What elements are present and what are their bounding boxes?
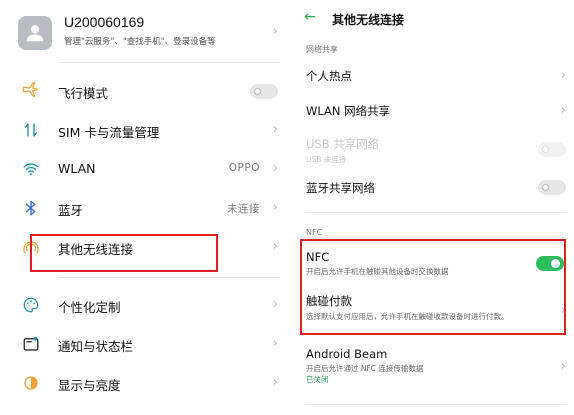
section-network-sharing: 网络共享: [306, 45, 338, 54]
airplane-icon: [22, 82, 40, 100]
sim-management-row[interactable]: SIM 卡与流量管理 ›: [0, 111, 290, 149]
android-beam-status: 已关闭: [306, 375, 329, 384]
bt-sharing-label: 蓝牙共享网络: [306, 181, 375, 195]
avatar: [18, 16, 52, 50]
bt-sharing-row[interactable]: 蓝牙共享网络: [306, 180, 566, 196]
airplane-mode-row[interactable]: 飞行模式: [0, 72, 290, 110]
account-card[interactable]: U200060169 管理"云服务"、"查找手机"、登录设备等 ›: [18, 10, 286, 56]
divider: [306, 404, 566, 405]
divider: [58, 62, 280, 63]
usb-sharing-toggle: [538, 142, 566, 157]
wireless-detail-panel: ← 其他无线连接 网络共享 个人热点 › WLAN 网络共享 › USB 共享网…: [292, 0, 574, 415]
section-nfc: NFC: [306, 228, 323, 237]
hotspot-label: 个人热点: [306, 69, 352, 83]
display-label: 显示与亮度: [58, 378, 121, 393]
chevron-right-icon: ›: [560, 68, 566, 83]
sim-data-icon: [22, 121, 40, 139]
chevron-right-icon: ›: [272, 161, 278, 176]
wlan-row[interactable]: WLAN OPPO ›: [0, 150, 290, 188]
android-beam-description: 开启后允许通过 NFC 连接传输数据: [306, 364, 424, 373]
highlight-box: [30, 234, 218, 272]
notifications-row[interactable]: 通知与状态栏 ›: [0, 325, 290, 363]
divider: [58, 277, 280, 278]
palette-icon: [22, 296, 40, 314]
account-name: U200060169: [64, 14, 145, 30]
wlan-sharing-label: WLAN 网络共享: [306, 104, 391, 118]
bluetooth-label: 蓝牙: [58, 203, 84, 218]
chevron-right-icon: ›: [272, 200, 278, 215]
airplane-mode-toggle[interactable]: [250, 84, 278, 99]
usb-sharing-label: USB 共享网络: [306, 137, 380, 151]
chevron-right-icon: ›: [560, 103, 566, 118]
wlan-value: OPPO: [228, 162, 260, 174]
android-beam-row[interactable]: Android Beam 开启后允许通过 NFC 连接传输数据 已关闭 ›: [306, 347, 566, 385]
account-description: 管理"云服务"、"查找手机"、登录设备等: [64, 37, 216, 47]
usb-sharing-status: USB 未连接: [306, 155, 347, 164]
back-arrow-icon[interactable]: ←: [304, 9, 316, 25]
settings-list-panel: U200060169 管理"云服务"、"查找手机"、登录设备等 › 飞行模式 S…: [0, 0, 290, 415]
personalization-label: 个性化定制: [58, 300, 121, 315]
wlan-label: WLAN: [58, 161, 96, 176]
chevron-right-icon: ›: [272, 375, 278, 390]
chevron-right-icon: ›: [272, 122, 278, 137]
page-title: 其他无线连接: [332, 13, 405, 27]
highlight-box: [300, 239, 566, 335]
airplane-mode-label: 飞行模式: [58, 86, 109, 101]
notification-icon: [22, 335, 40, 353]
notifications-label: 通知与状态栏: [58, 339, 134, 354]
personalization-row[interactable]: 个性化定制 ›: [0, 286, 290, 324]
display-row[interactable]: 显示与亮度 ›: [0, 364, 290, 402]
brightness-icon: [22, 374, 40, 392]
divider: [306, 212, 566, 213]
android-beam-label: Android Beam: [306, 347, 388, 361]
bluetooth-row[interactable]: 蓝牙 未连接 ›: [0, 189, 290, 227]
chevron-right-icon: ›: [272, 336, 278, 351]
chevron-right-icon: ›: [272, 24, 278, 39]
chevron-right-icon: ›: [560, 359, 566, 374]
sim-management-label: SIM 卡与流量管理: [58, 125, 160, 140]
wlan-sharing-row[interactable]: WLAN 网络共享 ›: [306, 103, 566, 119]
user-icon: [26, 25, 44, 42]
usb-sharing-row: USB 共享网络 USB 未连接: [306, 136, 566, 165]
hotspot-row[interactable]: 个人热点 ›: [306, 68, 566, 84]
bluetooth-icon: [22, 199, 40, 217]
chevron-right-icon: ›: [272, 297, 278, 312]
bluetooth-value: 未连接: [227, 203, 260, 215]
bt-sharing-toggle[interactable]: [538, 180, 566, 195]
chevron-right-icon: ›: [272, 239, 278, 254]
wifi-icon: [22, 160, 40, 178]
